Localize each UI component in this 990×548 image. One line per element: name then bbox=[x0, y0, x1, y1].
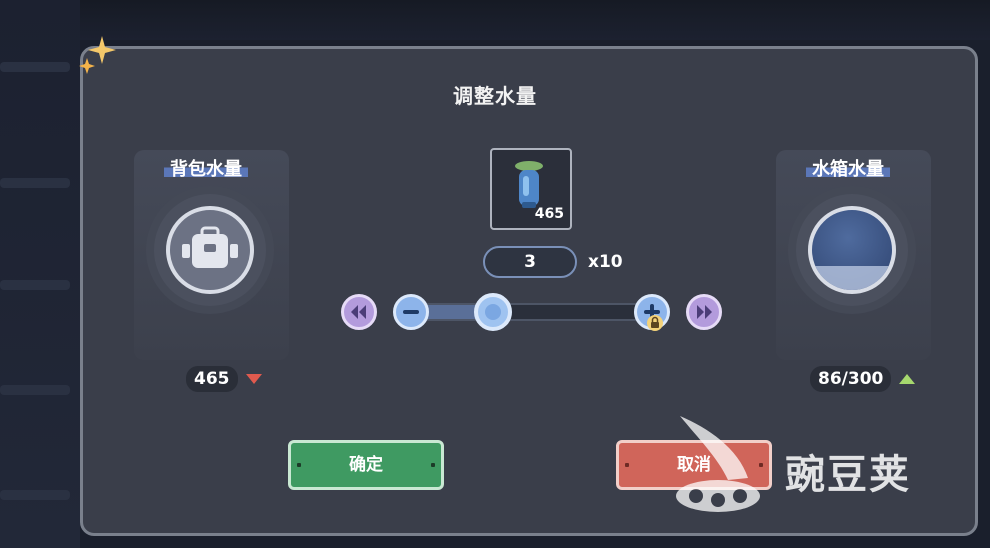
double-left-arrow-icon bbox=[351, 305, 366, 319]
rewind-min-button[interactable] bbox=[341, 294, 377, 330]
item-slot: 465 bbox=[490, 148, 572, 230]
confirm-button[interactable]: 确定 bbox=[288, 440, 444, 490]
forward-max-button[interactable] bbox=[686, 294, 722, 330]
quantity-multiplier: x10 bbox=[588, 252, 623, 272]
tank-water-value: 86/300 bbox=[810, 366, 892, 392]
background-line bbox=[0, 385, 70, 395]
backpack-icon bbox=[166, 206, 254, 294]
sparkle-icon bbox=[79, 36, 116, 74]
button-rivet bbox=[431, 463, 435, 467]
decrease-button[interactable] bbox=[393, 294, 429, 330]
lock-badge-icon bbox=[647, 315, 663, 331]
tank-water-level bbox=[812, 266, 892, 290]
background-line bbox=[0, 178, 70, 188]
decrease-arrow-icon bbox=[245, 374, 262, 384]
background-line bbox=[0, 280, 70, 290]
item-count: 465 bbox=[534, 206, 564, 222]
water-tank-icon bbox=[808, 206, 896, 294]
tank-value-row: 86/300 bbox=[810, 366, 916, 392]
increase-arrow-icon bbox=[899, 374, 916, 384]
quantity-slider-track[interactable] bbox=[408, 303, 652, 321]
button-rivet bbox=[625, 463, 629, 467]
dialog-title: 调整水量 bbox=[453, 84, 537, 108]
watermark-logo-icon bbox=[676, 416, 760, 512]
button-rivet bbox=[297, 463, 301, 467]
confirm-button-label: 确定 bbox=[349, 455, 383, 475]
minus-icon bbox=[403, 310, 419, 314]
tank-water-label: 水箱水量 bbox=[806, 158, 890, 182]
slider-handle-center bbox=[485, 304, 502, 320]
watermark-text: 豌豆荚 bbox=[785, 452, 911, 498]
background-top bbox=[0, 0, 990, 40]
backpack-water-value: 465 bbox=[186, 366, 238, 392]
backpack-value-row: 465 bbox=[186, 366, 262, 392]
background-line bbox=[0, 490, 70, 500]
double-right-arrow-icon bbox=[697, 305, 712, 319]
backpack-water-label: 背包水量 bbox=[164, 158, 248, 182]
background-line bbox=[0, 62, 70, 72]
quantity-input[interactable]: 3 bbox=[483, 246, 577, 278]
